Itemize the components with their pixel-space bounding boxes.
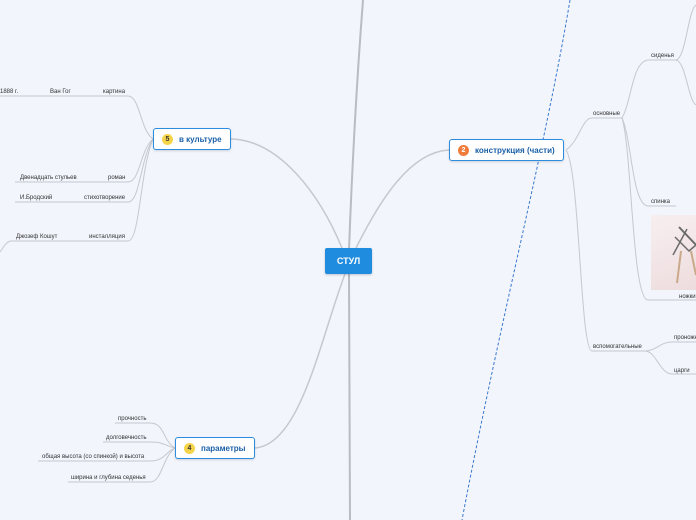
subtopic-seat[interactable]: сиденья [651, 52, 674, 60]
subtopic-legs[interactable]: ножки [679, 293, 696, 301]
subtopic-back[interactable]: спинка [651, 198, 670, 206]
param-seat-size[interactable]: ширина и глубина седенья [71, 474, 146, 482]
topic-params-label: параметры [201, 443, 246, 453]
culture-name-kosuth[interactable]: Джозеф Кошут [16, 233, 57, 241]
param-durability[interactable]: долговечность [106, 434, 147, 442]
culture-type-painting[interactable]: картина [103, 88, 125, 96]
root-node[interactable]: СТУЛ [325, 248, 372, 274]
param-height[interactable]: общая высота (со спинкой) и высота [42, 453, 144, 461]
topic-culture[interactable]: 5 в культуре [153, 128, 231, 150]
topic-construction[interactable]: 2 конструкция (части) [449, 139, 564, 161]
priority-4-icon: 4 [184, 442, 195, 454]
culture-type-novel[interactable]: роман [108, 174, 125, 182]
culture-extra-1888[interactable]: 1888 г. [0, 88, 18, 96]
culture-name-twelve-chairs[interactable]: Двенадцать стульев [20, 174, 77, 182]
subtopic-main[interactable]: основные [593, 110, 620, 118]
topic-params[interactable]: 4 параметры [175, 437, 255, 459]
param-strength[interactable]: прочность [118, 415, 146, 423]
subtopic-aprons[interactable]: царги [674, 367, 690, 375]
topic-culture-label: в культуре [179, 134, 222, 144]
culture-name-van-gogh[interactable]: Ван Гог [50, 88, 71, 96]
priority-2-icon: 2 [458, 144, 469, 156]
chair-image [672, 226, 696, 284]
subtopic-aux[interactable]: вспомогательные [593, 343, 642, 351]
culture-name-brodsky[interactable]: И.Бродский [20, 194, 52, 202]
chair-photo [651, 215, 696, 290]
culture-type-installation[interactable]: инсталляция [89, 233, 125, 241]
priority-5-icon: 5 [162, 133, 173, 145]
topic-construction-label: конструкция (части) [475, 145, 555, 155]
subtopic-stretchers[interactable]: проножки [674, 334, 696, 342]
culture-type-poem[interactable]: стихотворение [84, 194, 125, 202]
